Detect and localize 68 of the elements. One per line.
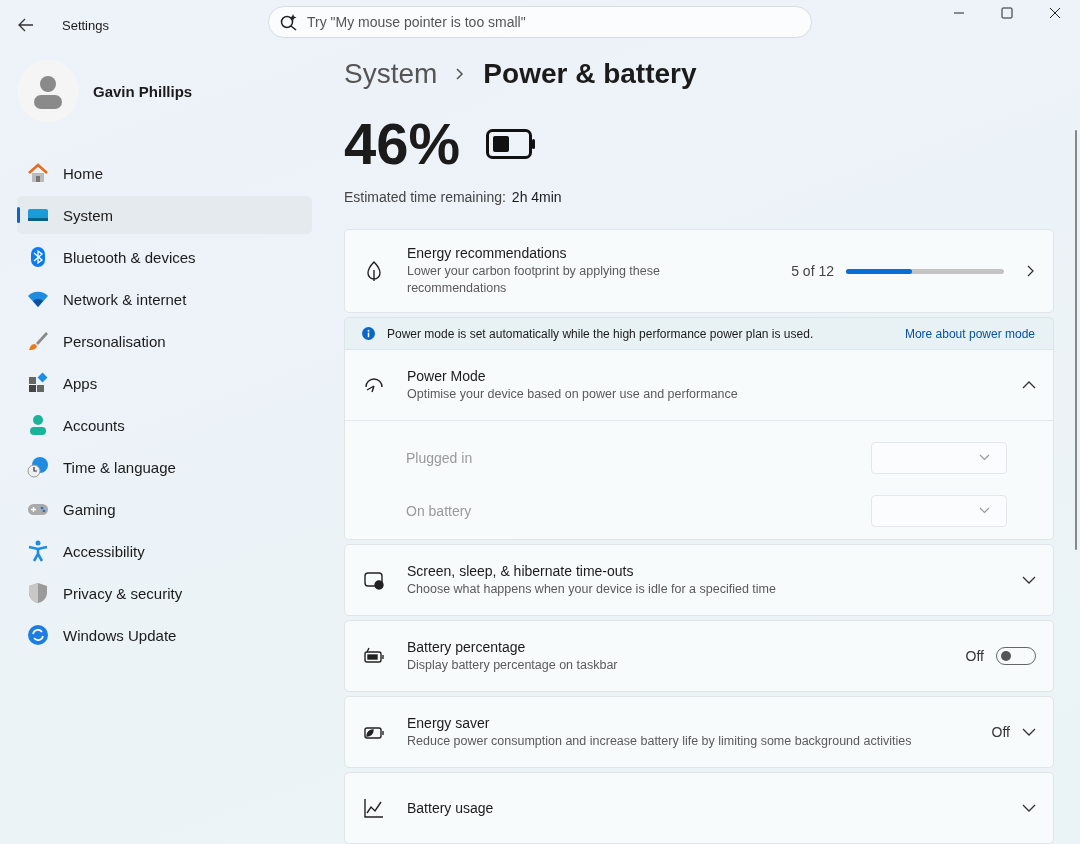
maximize-icon[interactable] [1001,7,1013,19]
shield-icon [27,582,49,604]
chevron-right-icon [1026,264,1036,278]
chevron-up-icon[interactable] [1022,380,1036,390]
sidebar-item[interactable]: Accessibility [17,532,312,570]
home-icon [27,162,49,184]
info-link[interactable]: More about power mode [904,326,1035,341]
window-title: Settings [62,17,109,33]
user-name: Gavin Phillips [93,82,193,100]
chevron-down-icon [979,454,990,461]
card-description: Display battery percentage on taskbar [407,656,619,674]
breadcrumb-link[interactable]: System [344,58,438,90]
card-title: Energy recommendations [407,245,568,262]
search-field[interactable]: Try "My mouse pointer is too small" [268,6,812,38]
estimate-label: Estimated time remaining: [344,189,506,205]
battery-icon [486,128,537,159]
sidebar-item[interactable]: Time & language [17,448,312,486]
settings-card[interactable]: Screen, sleep, & hibernate time-outs Choose what happens when your device is idle for a specified time [344,544,1054,616]
close-icon[interactable] [1049,7,1061,19]
option-label: Plugged in [406,449,474,466]
screen-moon-icon [363,569,385,591]
sidebar-item[interactable]: Privacy & security [17,574,312,612]
settings-card[interactable]: Battery percentage Display battery percentage on taskbar Off [344,620,1054,692]
card-description: Lower your carbon footprint by applying these recommendations [407,263,661,297]
card-description: Reduce power consumption and increase battery life by limiting some background activities [407,732,913,750]
sidebar-item[interactable]: Personalisation [17,322,312,360]
sidebar-item[interactable]: Windows Update [17,616,312,654]
sidebar-item[interactable]: Apps [17,364,312,402]
line-chart-icon [363,797,385,819]
info-text: Power mode is set automatically while the high performance power plan is used. [387,326,814,341]
card-description: Optimise your device based on power use and performance [407,385,739,403]
card-title: Power Mode [407,367,487,384]
page-title: Power & battery [483,58,697,90]
settings-card[interactable]: Energy saver Reduce power consumption and increase battery life by limiting some background activities Off [344,696,1054,768]
card-description: Choose what happens when your device is idle for a specified time [407,580,777,598]
sidebar-item[interactable]: Gaming [17,490,312,528]
card-title: Screen, sleep, & hibernate time-outs [407,562,635,579]
brush-icon [27,330,49,352]
status-text: Off [991,724,1010,740]
settings-card[interactable]: Battery usage [344,772,1054,844]
chevron-down-icon [979,507,990,514]
clock-globe-icon [27,456,49,478]
scrollbar-thumb[interactable] [1075,130,1077,550]
card-title: Battery usage [407,800,495,816]
sidebar-item[interactable]: Accounts [17,406,312,444]
sidebar-item[interactable]: Network & internet [17,280,312,318]
back-icon[interactable] [18,18,34,32]
battery-percentage: 46% [344,110,461,177]
card-title: Energy saver [407,714,491,731]
sidebar-item[interactable]: Home [17,154,312,192]
sync-icon [27,624,49,646]
sidebar-item[interactable]: Bluetooth & devices [17,238,312,276]
chevron-down-icon[interactable] [1022,727,1036,737]
estimate-value: 2h 4min [511,189,562,205]
apps-icon [27,372,49,394]
card-title: Battery percentage [407,638,527,655]
option-label: On battery [406,502,473,519]
accessibility-icon [27,540,49,562]
chevron-down-icon[interactable] [1022,575,1036,585]
settings-card[interactable]: Energy recommendations Lower your carbon footprint by applying these recommendations 5 of 12 [344,229,1054,313]
chevron-right-icon [455,67,466,81]
chevron-down-icon[interactable] [1022,803,1036,813]
toggle-state: Off [965,648,984,664]
info-icon [362,327,375,340]
sidebar-item[interactable]: System [17,196,312,234]
person-icon [27,414,49,436]
progress-text: 5 of 12 [791,263,834,279]
avatar[interactable] [17,60,79,122]
